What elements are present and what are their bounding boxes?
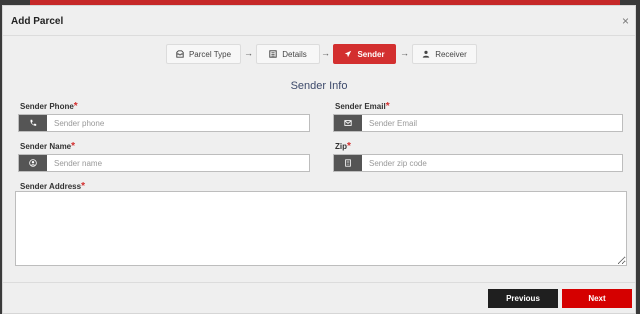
step-sender[interactable]: Sender [333,44,396,64]
step-details[interactable]: Details [256,44,320,64]
sender-address-textarea[interactable] [15,191,627,266]
required-mark: * [385,101,390,112]
zip-label: Zip* [335,141,351,152]
step-label: Receiver [435,49,467,59]
sender-email-label: Sender Email* [335,101,390,112]
step-arrow: → [321,48,330,58]
close-icon[interactable]: × [622,14,629,28]
modal-title: Add Parcel [11,16,64,27]
step-label: Sender [357,49,385,59]
envelope-icon [344,120,352,126]
label-text: Sender Name [20,142,72,151]
user-icon [423,50,430,58]
sender-name-label: Sender Name* [20,141,75,152]
name-addon [19,155,47,171]
zip-input[interactable] [362,155,622,171]
paper-plane-icon [345,50,352,58]
previous-button[interactable]: Previous [488,289,558,308]
step-arrow: → [400,48,409,58]
zip-addon [334,155,362,171]
required-mark: * [71,141,76,152]
step-parcel-type[interactable]: Parcel Type [166,44,241,64]
step-receiver[interactable]: Receiver [412,44,477,64]
label-text: Sender Address [20,182,82,191]
label-text: Sender Email [335,102,386,111]
sender-email-field [333,114,623,132]
step-arrow: → [244,48,253,58]
phone-icon [30,119,37,126]
required-mark: * [347,141,351,152]
wizard-steps: Parcel Type → Details → Sender → Receive… [3,44,635,64]
sender-phone-label: Sender Phone* [20,101,78,112]
sender-name-input[interactable] [47,155,309,171]
step-label: Parcel Type [188,49,232,59]
zip-field [333,154,623,172]
list-icon [269,50,277,58]
sender-phone-input[interactable] [47,115,309,131]
label-text: Zip [335,142,347,151]
sender-phone-field [18,114,310,132]
sender-name-field [18,154,310,172]
step-label: Details [282,49,307,59]
building-icon [345,159,351,167]
sender-email-input[interactable] [362,115,622,131]
email-addon [334,115,362,131]
user-circle-icon [29,159,37,167]
next-button[interactable]: Next [562,289,632,308]
phone-addon [19,115,47,131]
modal-header: Add Parcel × [3,6,635,36]
footer-divider [3,282,635,283]
required-mark: * [73,101,78,112]
add-parcel-modal: Add Parcel × Parcel Type → Details → Sen… [2,5,636,314]
section-title: Sender Info [290,80,348,92]
label-text: Sender Phone [20,102,74,111]
inbox-icon [176,50,184,58]
